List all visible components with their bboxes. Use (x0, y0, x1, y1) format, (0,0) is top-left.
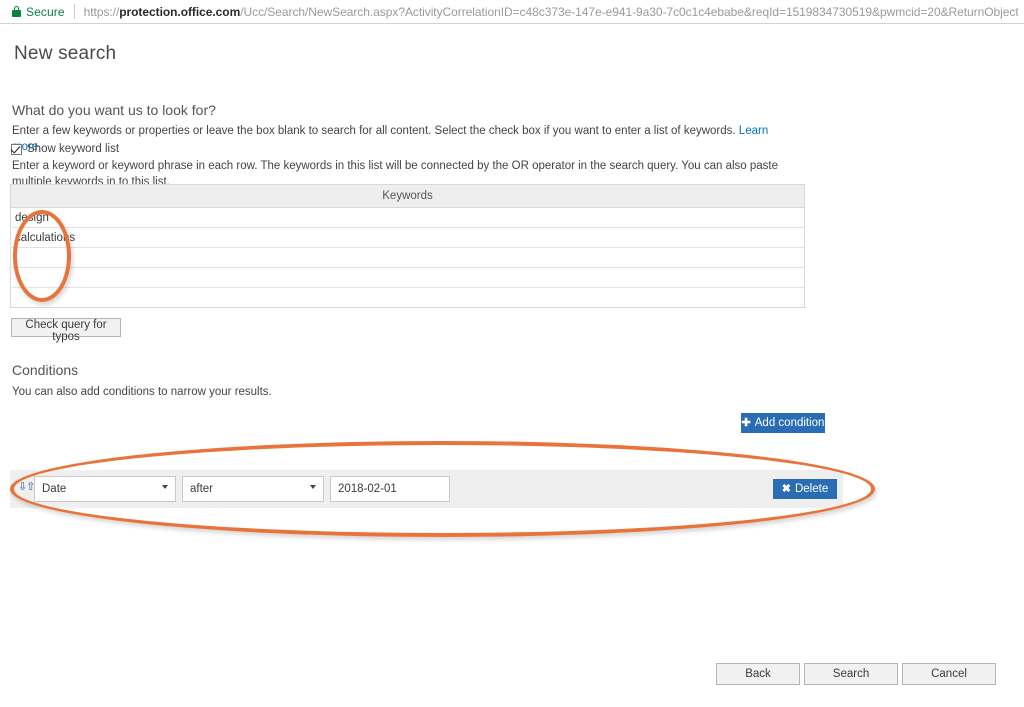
url-scheme: https:// (83, 4, 120, 19)
keyword-cell[interactable]: calculations (10, 227, 805, 248)
keywords-section-description: Enter a few keywords or properties or le… (12, 123, 792, 155)
address-bar-divider (73, 4, 75, 19)
keyword-cell[interactable] (11, 288, 805, 308)
condition-row: ⇩⇧ Date after ✖ Delete (10, 470, 843, 508)
show-keyword-list-checkbox[interactable] (11, 143, 22, 155)
search-button[interactable]: Search (804, 663, 898, 685)
keywords-table: Keywords design calculations (10, 184, 805, 308)
condition-operator-select[interactable]: after (182, 476, 324, 502)
table-row[interactable]: calculations (10, 227, 805, 248)
page-title: New search (14, 43, 117, 64)
keyword-cell[interactable]: design (10, 207, 805, 228)
add-condition-label: Add condition (754, 417, 825, 429)
security-status-label: Secure (26, 4, 65, 19)
table-row[interactable] (10, 267, 805, 288)
condition-field-select[interactable]: Date (34, 476, 176, 502)
show-keyword-list-row[interactable]: Show keyword list (11, 143, 119, 155)
delete-condition-label: Delete (794, 483, 829, 495)
address-bar-url[interactable]: https://protection.office.com/Ucc/Search… (84, 5, 1018, 19)
keywords-table-header-row: Keywords (10, 184, 805, 208)
url-host: protection.office.com (119, 4, 241, 19)
condition-value-input[interactable] (330, 476, 450, 502)
show-keyword-list-label: Show keyword list (27, 143, 120, 155)
keyword-cell[interactable] (10, 247, 805, 268)
conditions-section-heading: Conditions (12, 362, 79, 378)
plus-icon: ✚ (741, 416, 751, 429)
table-row[interactable] (10, 247, 805, 268)
table-row[interactable] (11, 288, 805, 308)
table-row[interactable]: design (10, 207, 805, 228)
cancel-button[interactable]: Cancel (902, 663, 996, 685)
url-path: /Ucc/Search/NewSearch.aspx?ActivityCorre… (240, 4, 1018, 19)
check-query-for-typos-button[interactable]: Check query for typos (11, 318, 121, 343)
page-content: New search What do you want us to look f… (0, 24, 1024, 707)
browser-address-bar[interactable]: Secure https://protection.office.com/Ucc… (0, 0, 1024, 24)
lock-icon (12, 6, 21, 17)
add-condition-button[interactable]: ✚ Add condition (741, 413, 825, 433)
conditions-section-description: You can also add conditions to narrow yo… (12, 386, 272, 398)
back-button[interactable]: Back (716, 663, 800, 685)
keywords-column-header: Keywords (10, 184, 805, 208)
close-x-icon: ✖ (781, 482, 791, 495)
keywords-description-text: Enter a few keywords or properties or le… (12, 125, 736, 137)
keywords-section-heading: What do you want us to look for? (12, 102, 216, 118)
sort-updown-icon[interactable]: ⇩⇧ (18, 480, 35, 494)
keywords-table-body: design calculations (10, 207, 805, 308)
keyword-cell[interactable] (10, 267, 805, 288)
delete-condition-button[interactable]: ✖ Delete (773, 479, 837, 499)
